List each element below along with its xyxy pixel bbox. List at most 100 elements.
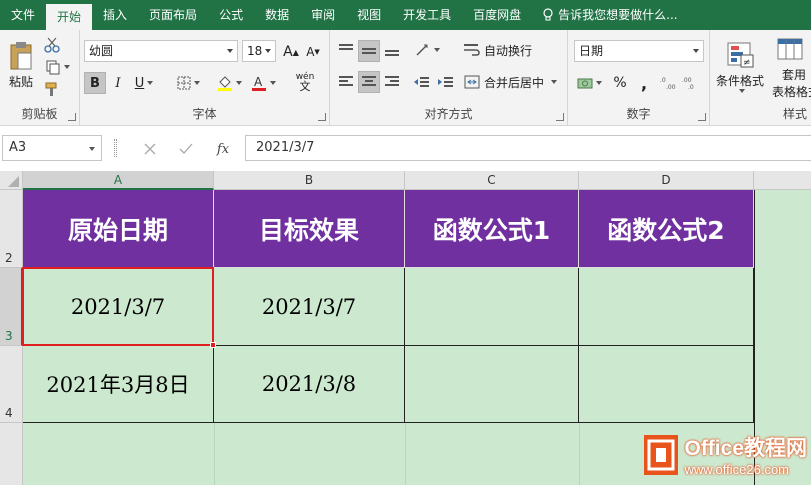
copy-button[interactable] (42, 58, 72, 76)
chevron-down-icon (551, 80, 558, 84)
cell-d4[interactable] (579, 346, 754, 423)
formula-bar: A3 fx 2021/3/7 (0, 127, 811, 171)
tab-baidu-netdisk[interactable]: 百度网盘 (462, 0, 532, 30)
watermark: Office教程网 www.office26.com (644, 432, 807, 477)
select-all-corner[interactable] (0, 171, 23, 190)
shrink-font-button[interactable]: A ▼ (304, 42, 322, 62)
chevron-down-icon (63, 65, 70, 69)
number-launcher[interactable] (698, 113, 706, 121)
increase-decimal-button[interactable]: .0.00 (658, 72, 678, 94)
underline-glyph: U (134, 75, 145, 91)
format-as-table-label-2: 表格格式 (772, 84, 811, 99)
decrease-indent-button[interactable] (410, 72, 432, 92)
font-launcher[interactable] (318, 113, 326, 121)
top-align-button[interactable] (336, 40, 356, 60)
cut-button[interactable] (42, 36, 62, 54)
row-number: 4 (5, 406, 13, 420)
formula-bar-grip[interactable] (114, 139, 117, 157)
bold-button[interactable]: B (84, 72, 106, 94)
cell-c3[interactable] (405, 268, 579, 346)
alignment-launcher[interactable] (556, 113, 564, 121)
cell-a3[interactable]: 2021/3/7 (23, 268, 214, 346)
tell-me-search[interactable]: 告诉我您想要做什么... (542, 0, 678, 30)
font-name-combo[interactable]: 幼圆 (84, 40, 238, 62)
wrap-text-button[interactable]: 自动换行 (464, 40, 564, 60)
number-format-combo[interactable]: 日期 (574, 40, 704, 62)
cell-c4[interactable] (405, 346, 579, 423)
conditional-formatting-button[interactable]: ≠ 条件格式 (712, 34, 768, 100)
column-header-a[interactable]: A (23, 171, 214, 190)
bottom-align-button[interactable] (382, 40, 402, 60)
align-right-button[interactable] (382, 72, 402, 92)
font-size-combo[interactable]: 18 (242, 40, 276, 62)
gridline (214, 423, 215, 485)
tab-developer[interactable]: 开发工具 (392, 0, 462, 30)
cell-b3[interactable]: 2021/3/7 (214, 268, 405, 346)
grow-font-button[interactable]: A ▲ (282, 42, 300, 62)
phonetic-button[interactable]: wén 文 (288, 70, 322, 94)
clipboard-group: 粘贴 剪贴板 (0, 30, 80, 126)
format-as-table-label-1: 套用 (782, 67, 807, 82)
confirm-entry-button[interactable] (176, 139, 196, 159)
percent-button[interactable]: % (610, 72, 630, 94)
tab-data[interactable]: 数据 (254, 0, 300, 30)
scissors-icon (44, 37, 60, 53)
column-header-c[interactable]: C (405, 171, 579, 190)
cell-a2[interactable]: 原始日期 (23, 190, 214, 268)
font-color-button[interactable]: A (248, 72, 278, 94)
merge-center-button[interactable]: 合并后居中 (464, 72, 564, 92)
fill-handle[interactable] (210, 342, 216, 348)
orientation-button[interactable] (412, 40, 442, 60)
header-target-effect: 目标效果 (258, 215, 359, 245)
cell-value: 2021年3月8日 (46, 373, 190, 397)
middle-align-button[interactable] (358, 40, 380, 62)
row-header-3[interactable]: 3 (0, 268, 23, 346)
underline-button[interactable]: U (130, 72, 158, 94)
align-center-button[interactable] (358, 71, 380, 93)
column-header-d[interactable]: D (579, 171, 754, 190)
paste-icon (10, 41, 32, 69)
cell-c2[interactable]: 函数公式1 (405, 190, 579, 268)
column-header-e[interactable] (754, 171, 811, 190)
increase-indent-button[interactable] (434, 72, 456, 92)
tab-file[interactable]: 文件 (0, 0, 46, 30)
fill-color-button[interactable] (214, 72, 244, 94)
insert-function-button[interactable]: fx (212, 139, 234, 159)
name-box[interactable]: A3 (2, 135, 102, 161)
cancel-entry-button[interactable] (140, 139, 160, 159)
decrease-decimal-icon-button[interactable]: .00.0 (680, 72, 700, 94)
clipboard-launcher[interactable] (68, 113, 76, 121)
cell-a4[interactable]: 2021年3月8日 (23, 346, 214, 423)
row-header-5[interactable] (0, 423, 23, 485)
tab-home[interactable]: 开始 (46, 4, 93, 30)
chevron-down-icon (269, 81, 276, 85)
borders-icon (177, 76, 190, 90)
row-header-2[interactable]: 2 (0, 190, 23, 268)
column-header-b[interactable]: B (214, 171, 405, 190)
accounting-format-button[interactable] (574, 72, 604, 94)
chevron-down-icon (227, 49, 233, 53)
tab-page-layout[interactable]: 页面布局 (138, 0, 208, 30)
tell-me-text: 告诉我您想要做什么... (558, 8, 678, 22)
cell-b4[interactable]: 2021/3/8 (214, 346, 405, 423)
format-painter-button[interactable] (42, 80, 62, 98)
comma-style-button[interactable]: , (634, 72, 654, 94)
align-left-button[interactable] (336, 72, 356, 92)
borders-button[interactable] (172, 72, 204, 94)
tab-view[interactable]: 视图 (346, 0, 392, 30)
formula-input[interactable]: 2021/3/7 (245, 135, 811, 161)
cell-d2[interactable]: 函数公式2 (579, 190, 754, 268)
format-as-table-button[interactable]: 套用 表格格式 (770, 34, 811, 100)
italic-button[interactable]: I (108, 72, 128, 94)
row-header-4[interactable]: 4 (0, 346, 23, 423)
lightbulb-icon (543, 8, 553, 21)
tab-formulas[interactable]: 公式 (208, 0, 254, 30)
paste-button[interactable]: 粘贴 (4, 34, 38, 96)
tab-insert[interactable]: 插入 (92, 0, 138, 30)
chevron-down-icon (89, 147, 95, 151)
tab-review[interactable]: 审阅 (300, 0, 346, 30)
italic-glyph: I (115, 75, 121, 91)
cell-b2[interactable]: 目标效果 (214, 190, 405, 268)
cell-d3[interactable] (579, 268, 754, 346)
chevron-down-icon (738, 89, 745, 93)
